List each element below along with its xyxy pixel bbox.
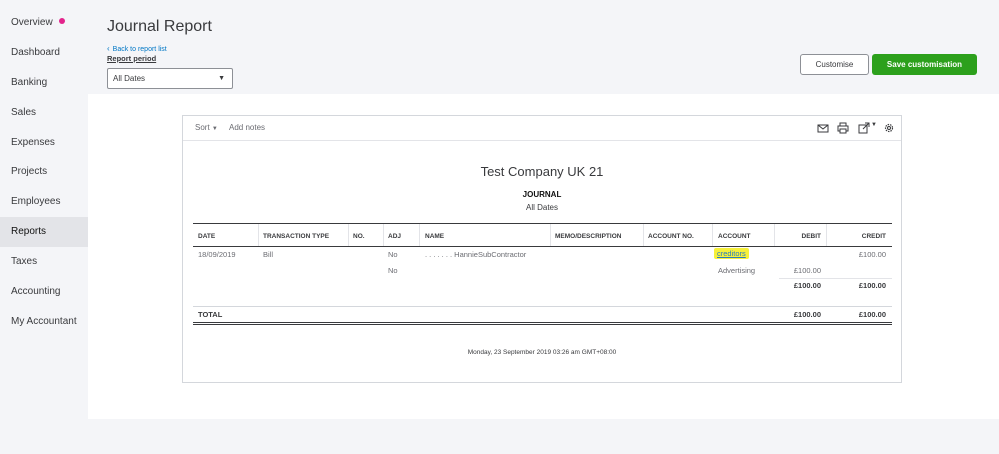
sidebar-item-taxes[interactable]: Taxes xyxy=(0,247,88,277)
sidebar-item-employees[interactable]: Employees xyxy=(0,187,88,217)
highlight-marker: creditors xyxy=(714,248,749,259)
add-notes-link[interactable]: Add notes xyxy=(229,123,265,132)
sidebar-item-label: Overview xyxy=(11,17,53,28)
notification-dot xyxy=(58,18,65,24)
sidebar-item-label: Banking xyxy=(11,77,48,88)
total-label: TOTAL xyxy=(198,310,223,319)
total-double-rule-1 xyxy=(193,322,892,323)
export-icon[interactable] xyxy=(858,122,870,134)
report-subtitle: All Dates xyxy=(525,203,558,212)
report-card: Sort ▼ Add notes ▼ Test Company UK 21 JO… xyxy=(182,115,902,383)
total-credit[interactable]: £100.00 xyxy=(831,310,886,319)
total-double-rule-2 xyxy=(193,324,892,325)
chevron-left-icon: ‹ xyxy=(107,44,110,53)
sidebar-item-label: Employees xyxy=(11,196,61,207)
column-header-memo[interactable]: MEMO/DESCRIPTION xyxy=(555,233,621,240)
cell-credit[interactable]: £100.00 xyxy=(831,250,886,259)
gear-icon[interactable] xyxy=(883,122,895,134)
back-to-report-list-link[interactable]: ‹ Back to report list xyxy=(107,44,167,53)
subtotal-rule xyxy=(779,278,892,279)
sidebar-item-projects[interactable]: Projects xyxy=(0,157,88,187)
column-header-date[interactable]: DATE xyxy=(198,233,215,240)
cell-transaction-type[interactable]: Bill xyxy=(263,250,273,259)
column-header-credit[interactable]: CREDIT xyxy=(831,233,886,240)
sidebar-item-label: My Accountant xyxy=(11,316,77,327)
cell-adj: No xyxy=(388,250,398,259)
sidebar-item-banking[interactable]: Banking xyxy=(0,68,88,98)
report-timestamp: Monday, 23 September 2019 03:26 am GMT+0… xyxy=(467,349,617,356)
customise-button[interactable]: Customise xyxy=(800,54,869,75)
caret-down-icon[interactable]: ▼ xyxy=(871,122,877,128)
company-name: Test Company UK 21 xyxy=(480,164,604,179)
email-icon[interactable] xyxy=(817,122,829,134)
sidebar-item-label: Taxes xyxy=(11,256,38,267)
caret-down-icon: ▼ xyxy=(211,126,218,132)
account-link-creditors[interactable]: creditors xyxy=(717,249,746,258)
report-title: JOURNAL xyxy=(522,190,562,199)
save-customisation-button[interactable]: Save customisation xyxy=(872,54,977,75)
report-toolbar: Sort ▼ Add notes ▼ xyxy=(183,116,901,141)
print-icon[interactable] xyxy=(837,122,849,134)
cell-date[interactable]: 18/09/2019 xyxy=(198,250,236,259)
sort-dropdown[interactable]: Sort ▼ xyxy=(195,123,218,132)
sidebar-item-sales[interactable]: Sales xyxy=(0,98,88,128)
sidebar-item-overview[interactable]: Overview xyxy=(0,8,88,38)
column-header-name[interactable]: NAME xyxy=(425,233,444,240)
column-header-account[interactable]: ACCOUNT xyxy=(718,233,751,240)
cell-account: creditors xyxy=(714,248,749,259)
sidebar-item-label: Projects xyxy=(11,166,48,177)
cell-adj: No xyxy=(388,266,398,275)
subtotal-debit[interactable]: £100.00 xyxy=(779,281,821,290)
page-title: Journal Report xyxy=(107,18,212,35)
cell-name[interactable]: . . . . . . . HannieSubContractor xyxy=(425,250,526,259)
column-divider xyxy=(712,224,713,247)
column-divider xyxy=(826,224,827,247)
column-header-no[interactable]: NO. xyxy=(353,233,365,240)
sidebar-item-label: Reports xyxy=(11,226,47,237)
sidebar: Overview Dashboard Banking Sales Expense… xyxy=(0,0,88,454)
column-divider xyxy=(258,224,259,247)
caret-down-icon: ▼ xyxy=(218,75,225,82)
column-divider xyxy=(774,224,775,247)
table-header-rule xyxy=(193,246,892,247)
sort-label: Sort xyxy=(195,123,210,132)
sidebar-item-label: Accounting xyxy=(11,286,61,297)
sidebar-item-label: Sales xyxy=(11,107,37,118)
sidebar-item-my-accountant[interactable]: My Accountant xyxy=(0,307,88,337)
column-divider xyxy=(643,224,644,247)
column-divider xyxy=(348,224,349,247)
report-period-select[interactable]: All Dates ▼ xyxy=(107,68,233,89)
sidebar-item-expenses[interactable]: Expenses xyxy=(0,128,88,158)
sidebar-item-label: Expenses xyxy=(11,137,55,148)
cell-account[interactable]: Advertising xyxy=(718,266,755,275)
report-period-value: All Dates xyxy=(113,74,146,83)
column-header-adj[interactable]: ADJ xyxy=(388,233,401,240)
report-period-label: Report period xyxy=(107,54,157,63)
column-header-transaction-type[interactable]: TRANSACTION TYPE xyxy=(263,233,329,240)
total-top-rule xyxy=(193,306,892,307)
table-top-rule xyxy=(193,223,892,224)
sidebar-item-label: Dashboard xyxy=(11,47,60,58)
column-header-debit[interactable]: DEBIT xyxy=(779,233,822,240)
column-divider xyxy=(419,224,420,247)
column-divider xyxy=(383,224,384,247)
column-header-account-no[interactable]: ACCOUNT NO. xyxy=(648,233,694,240)
cell-debit[interactable]: £100.00 xyxy=(779,266,821,275)
sidebar-item-accounting[interactable]: Accounting xyxy=(0,277,88,307)
total-debit[interactable]: £100.00 xyxy=(779,310,821,319)
sidebar-item-dashboard[interactable]: Dashboard xyxy=(0,38,88,68)
back-link-label: Back to report list xyxy=(112,46,167,53)
column-divider xyxy=(550,224,551,247)
subtotal-credit[interactable]: £100.00 xyxy=(831,281,886,290)
sidebar-item-reports[interactable]: Reports xyxy=(0,217,88,247)
